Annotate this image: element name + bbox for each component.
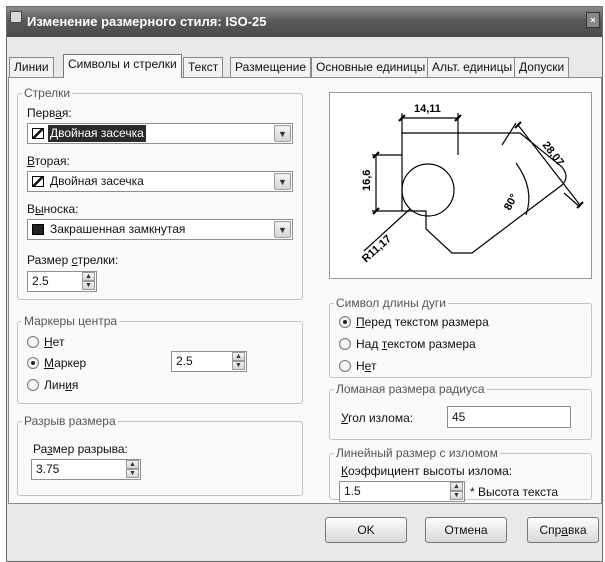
part-circle	[401, 163, 455, 217]
arc-before-text-label: Перед текстом размера	[356, 315, 489, 329]
tab-primary-units[interactable]: Основные единицы	[311, 57, 431, 77]
second-arrow-label: Вторая:	[27, 154, 70, 168]
chevron-down-icon[interactable]: ▼	[274, 125, 291, 142]
first-arrow-value: Двойная засечка	[48, 125, 146, 142]
chevron-down-icon[interactable]: ▼	[274, 173, 291, 190]
second-arrow-combo[interactable]: Двойная засечка ▼	[27, 171, 293, 192]
arc-above-text-label: Над текстом размера	[356, 337, 476, 351]
first-arrow-label: Первая:	[27, 106, 72, 120]
jog-angle-label: Угол излома:	[341, 411, 414, 425]
tab-text[interactable]: Текст	[183, 57, 224, 77]
radio-circle	[27, 336, 39, 348]
leader-arrow-label: Выноска:	[27, 202, 79, 216]
arc-none-label: Нет	[356, 359, 377, 373]
dim-diag-text: 28,07	[540, 139, 566, 168]
jog-height-factor-spinner[interactable]: 1.5 ▲ ▼	[339, 481, 465, 502]
jog-angle-value: 45	[452, 410, 466, 424]
center-mark-size-value: 2.5	[176, 354, 193, 368]
dim-left-text: 16,6	[361, 170, 373, 191]
first-arrow-combo[interactable]: Двойная засечка ▼	[27, 123, 293, 144]
radio-circle	[339, 316, 351, 328]
dim-radius-text: R11,17	[360, 233, 394, 265]
arrow-size-value: 2.5	[32, 274, 49, 288]
leader-arrow-combo[interactable]: Закрашенная замкнутая ▼	[27, 219, 293, 240]
second-arrow-value: Двойная засечка	[50, 174, 144, 188]
leader-arrow-value: Закрашенная замкнутая	[50, 222, 186, 236]
arrow-size-label: Размер стрелки:	[27, 253, 119, 267]
closed-filled-arrow-icon	[32, 224, 44, 235]
tab-lines[interactable]: Линии	[9, 57, 54, 77]
spin-up-icon[interactable]: ▲	[126, 460, 139, 469]
close-icon[interactable]: ×	[586, 12, 600, 28]
center-mark-size-spinner[interactable]: 2.5 ▲ ▼	[171, 351, 247, 372]
double-tick-icon	[32, 176, 44, 187]
angle-arc	[515, 162, 530, 216]
cancel-button[interactable]: Отмена	[425, 517, 507, 543]
jog-angle-input[interactable]: 45	[447, 406, 571, 428]
tab-symbols-arrows[interactable]: Символы и стрелки	[63, 54, 182, 78]
jog-height-factor-value: 1.5	[344, 484, 361, 498]
tab-tolerances[interactable]: Допуски	[514, 57, 570, 77]
window-title: Изменение размерного стиля: ISO-25	[27, 14, 267, 29]
arc-length-legend: Символ длины дуги	[336, 296, 446, 310]
radius-jog-legend: Ломаная размера радиуса	[336, 382, 485, 396]
jog-height-suffix: * Высота текста	[470, 485, 559, 499]
diag-ext-top	[501, 122, 517, 146]
center-mark-none-label: Нет	[44, 335, 65, 349]
spin-up-icon[interactable]: ▲	[82, 272, 95, 281]
dimension-style-dialog: Изменение размерного стиля: ISO-25 × Лин…	[6, 6, 603, 562]
tab-alternate-units[interactable]: Альт. единицы	[427, 57, 518, 77]
radio-circle	[27, 379, 39, 391]
help-button[interactable]: Справка	[527, 517, 599, 543]
center-mark-line-label: Линия	[44, 378, 79, 392]
double-tick-icon	[32, 128, 44, 139]
dim-break-legend: Разрыв размера	[24, 414, 116, 428]
style-preview: 14,11 16,6 28,07 80° R11,17	[329, 92, 592, 279]
ok-button[interactable]: OK	[325, 517, 407, 543]
tab-strip: Линии Символы и стрелки Текст Размещение…	[9, 54, 599, 78]
diag-dim-line	[517, 124, 581, 206]
spin-up-icon[interactable]: ▲	[450, 482, 463, 491]
arrowheads-legend: Стрелки	[24, 86, 71, 100]
spin-down-icon[interactable]: ▼	[450, 491, 463, 500]
arrow-size-spinner[interactable]: 2.5 ▲ ▼	[27, 271, 97, 292]
jog-height-factor-label: Коэффициент высоты излома:	[341, 464, 513, 478]
break-size-spinner[interactable]: 3.75 ▲ ▼	[31, 459, 141, 480]
dim-angle-text: 80°	[502, 192, 520, 212]
linear-jog-legend: Линейный размер с изломом	[336, 446, 498, 460]
radio-circle	[339, 338, 351, 350]
chevron-down-icon[interactable]: ▼	[274, 221, 291, 238]
center-mark-mark-label: Маркер	[44, 356, 87, 370]
dim-top-text: 14,11	[414, 103, 441, 115]
spin-down-icon[interactable]: ▼	[82, 281, 95, 290]
radio-circle	[27, 357, 39, 369]
break-size-label: Размер разрыва:	[33, 442, 128, 456]
title-bar[interactable]: Изменение размерного стиля: ISO-25 ×	[7, 7, 602, 37]
break-size-value: 3.75	[36, 462, 60, 476]
preview-drawing: 14,11 16,6 28,07 80° R11,17	[360, 103, 584, 265]
spin-up-icon[interactable]: ▲	[232, 352, 245, 361]
tab-panel: Стрелки Первая: Двойная засечка ▼ Вторая…	[8, 77, 602, 504]
tab-fit[interactable]: Размещение	[230, 57, 311, 77]
app-icon	[10, 11, 22, 23]
center-marks-legend: Маркеры центра	[24, 314, 118, 328]
spin-down-icon[interactable]: ▼	[232, 361, 245, 370]
radio-circle	[339, 360, 351, 372]
spin-down-icon[interactable]: ▼	[126, 469, 139, 478]
part-outline	[401, 132, 567, 254]
